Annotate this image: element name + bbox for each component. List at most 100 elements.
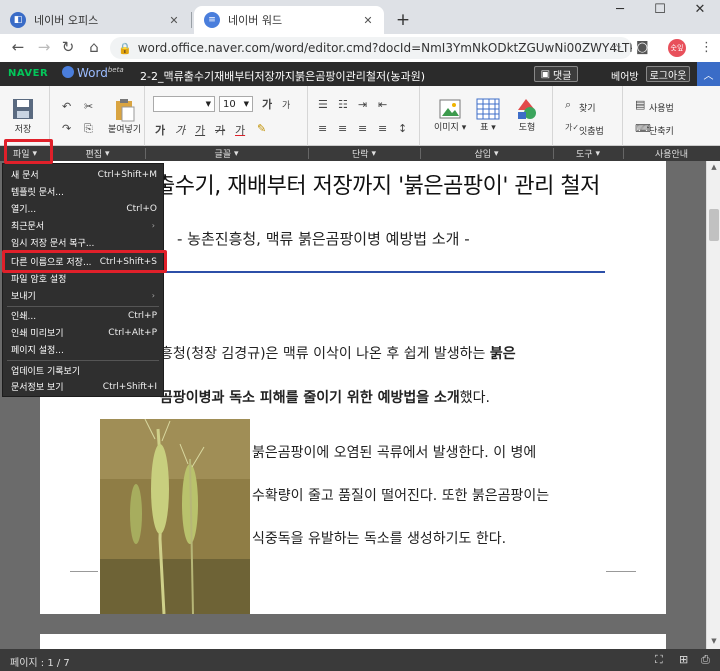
menu-item-open[interactable]: 열기... Ctrl+O	[3, 200, 163, 217]
category-font[interactable]: 글꼴 ▾	[145, 146, 308, 161]
print-icon[interactable]: ⎙	[701, 653, 710, 667]
cut-icon[interactable]: ✂	[84, 100, 93, 113]
menu-item-doc-info[interactable]: 문서정보 보기 Ctrl+Shift+I	[3, 378, 163, 395]
font-family-select[interactable]: ▼	[153, 96, 215, 112]
save-button[interactable]: 저장	[12, 98, 34, 135]
minimize-icon[interactable]: ─	[600, 2, 640, 17]
copy-icon[interactable]: ⎘	[84, 122, 93, 136]
user-name[interactable]: 베어방	[611, 68, 639, 83]
image-button[interactable]: 이미지 ▾	[434, 98, 466, 133]
address-input[interactable]: 🔒 word.office.naver.com/word/editor.cmd?…	[110, 37, 632, 59]
edit-group: ↶ ✂ ↷ ⎘ 붙여넣기	[50, 86, 145, 146]
reload-icon[interactable]: ↻	[58, 38, 78, 56]
new-tab-button[interactable]: +	[393, 10, 413, 30]
scroll-up-icon[interactable]: ▲	[707, 163, 720, 171]
close-icon[interactable]: ✕	[166, 14, 182, 27]
category-edit[interactable]: 편집 ▾	[50, 146, 145, 161]
word-logo[interactable]: Wordbeta	[62, 66, 124, 80]
menu-item-recent[interactable]: 최근문서 ›	[3, 217, 163, 234]
tab-naver-office[interactable]: ◧ 네이버 오피스 ✕	[0, 6, 190, 34]
logout-button[interactable]: 로그아웃	[646, 66, 690, 82]
indent-icon[interactable]: ⇥	[358, 98, 367, 111]
menu-icon[interactable]: ⋮	[700, 40, 713, 55]
close-icon[interactable]: ✕	[360, 14, 376, 27]
justify-icon[interactable]: ≡	[378, 122, 387, 135]
category-insert[interactable]: 삽입 ▾	[420, 146, 553, 161]
camera-icon[interactable]: ◙	[636, 40, 649, 55]
category-help[interactable]: 사용안내	[623, 146, 720, 161]
menu-item-label: 새 문서	[11, 171, 39, 181]
highlight-icon[interactable]: ✎	[257, 122, 266, 135]
chevron-down-icon: ▼	[205, 100, 211, 108]
menu-item-send[interactable]: 보내기 ›	[3, 287, 163, 304]
outdent-icon[interactable]: ⇤	[378, 98, 387, 111]
italic-icon[interactable]: 가	[175, 122, 185, 138]
profile-avatar[interactable]: 숫잎	[668, 39, 686, 57]
category-tools[interactable]: 도구 ▾	[553, 146, 623, 161]
strikethrough-icon[interactable]: 가	[215, 122, 225, 138]
back-icon[interactable]: ←	[8, 38, 28, 56]
shortcut-button[interactable]: 단축키	[649, 124, 674, 137]
scroll-down-icon[interactable]: ▼	[707, 637, 720, 645]
spellcheck-button[interactable]: 잇춤법	[579, 124, 604, 137]
wheat-photo[interactable]	[100, 419, 250, 614]
maximize-icon[interactable]: ☐	[640, 2, 680, 17]
scroll-thumb[interactable]	[709, 209, 719, 241]
help-button[interactable]: 사용법	[649, 101, 674, 114]
align-center-icon[interactable]: ≡	[338, 122, 347, 135]
naver-word-favicon-icon: ≡	[204, 12, 220, 28]
menu-separator	[7, 360, 159, 361]
reply-button[interactable]: ▣ 댓글	[534, 66, 578, 82]
close-window-icon[interactable]: ✕	[680, 2, 720, 17]
bold-icon[interactable]: 가	[155, 122, 165, 138]
undo-icon[interactable]: ↶	[62, 100, 71, 113]
collapse-ribbon-icon[interactable]: ︿	[697, 62, 720, 86]
font-color-icon[interactable]: 가	[235, 122, 245, 138]
manual-icon[interactable]: ▤	[635, 98, 645, 111]
menu-item-page-setup[interactable]: 페이지 설정...	[3, 341, 163, 358]
bullet-list-icon[interactable]: ☰	[318, 98, 328, 111]
menu-item-template[interactable]: 템플릿 문서...	[3, 183, 163, 200]
paragraph-line: 식중독을 유발하는 독소를 생성하기도 한다.	[252, 531, 507, 547]
font-size-select[interactable]: 10 ▼	[219, 96, 253, 112]
table-button[interactable]: 표 ▾	[476, 98, 500, 133]
home-icon[interactable]: ⌂	[84, 38, 104, 56]
paste-label: 붙여넣기	[108, 125, 142, 135]
menu-item-label: 템플릿 문서...	[11, 188, 64, 198]
browser-tab-strip: ◧ 네이버 오피스 ✕ ≡ 네이버 워드 ✕ + ─ ☐ ✕	[0, 0, 720, 34]
fit-page-icon[interactable]: ⛶	[655, 653, 663, 667]
grow-font-icon[interactable]: 가	[262, 96, 272, 112]
document-page-2[interactable]	[40, 634, 666, 649]
align-right-icon[interactable]: ≡	[358, 122, 367, 135]
bookmark-star-icon[interactable]: ☆	[611, 41, 622, 55]
align-left-icon[interactable]: ≡	[318, 122, 327, 135]
document-title[interactable]: 2-2_맥류출수기재배부터저장까지붉은곰팡이관리철저(농과원)	[140, 68, 425, 84]
menu-item-print[interactable]: 인쇄... Ctrl+P	[3, 307, 163, 324]
line-spacing-icon[interactable]: ↕	[398, 122, 407, 135]
shrink-font-icon[interactable]: 가	[282, 98, 290, 111]
naver-logo[interactable]: NAVER	[8, 68, 48, 79]
lock-icon: 🔒	[118, 41, 132, 55]
category-paragraph[interactable]: 단락 ▾	[308, 146, 420, 161]
menu-item-print-preview[interactable]: 인쇄 미리보기 Ctrl+Alt+P	[3, 324, 163, 341]
underline-icon[interactable]: 가	[195, 122, 205, 138]
paste-button[interactable]: 붙여넣기	[108, 98, 141, 135]
menu-item-update-history[interactable]: 업데이트 기록보기	[3, 362, 163, 379]
menu-item-new-document[interactable]: 새 문서 Ctrl+Shift+M	[3, 166, 163, 183]
numbered-list-icon[interactable]: ☷	[338, 98, 348, 111]
spellcheck-icon[interactable]: 가✓	[565, 122, 579, 133]
menu-item-recover[interactable]: 임시 저장 문서 복구...	[3, 234, 163, 251]
shape-button[interactable]: 도형	[516, 98, 538, 133]
forward-icon[interactable]: →	[34, 38, 54, 56]
word-logo-icon	[62, 66, 74, 78]
tab-naver-word[interactable]: ≡ 네이버 워드 ✕	[194, 6, 384, 34]
find-button[interactable]: 찾기	[579, 101, 596, 114]
paragraph-line: 흥청(청장 김경규)은 맥류 이삭이 나온 후 쉽게 발생하는 붉은	[160, 346, 516, 362]
redo-icon[interactable]: ↷	[62, 122, 71, 135]
comment-icon: ▣	[540, 68, 551, 80]
vertical-scrollbar[interactable]: ▲ ▼	[706, 161, 720, 649]
find-icon[interactable]: ⌕	[565, 98, 571, 112]
zoom-icon[interactable]: ⊞	[679, 653, 688, 666]
address-text: word.office.naver.com/word/editor.cmd?do…	[137, 41, 632, 55]
save-as-highlight	[2, 250, 167, 273]
